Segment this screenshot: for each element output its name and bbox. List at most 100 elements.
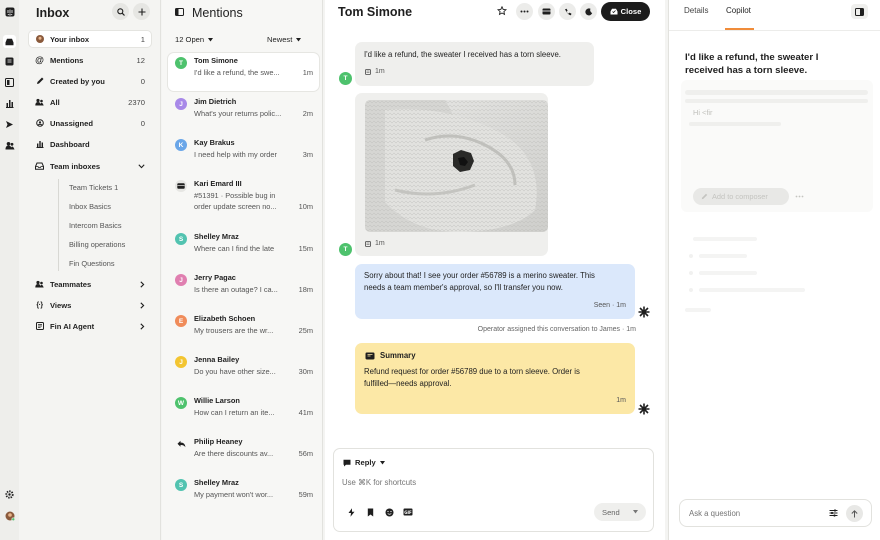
team-inbox-item[interactable]: Team Tickets 1 [69,183,118,192]
contacts-icon[interactable] [4,140,15,151]
item-time: 2m [302,109,313,118]
item-preview: Are there discounts av... [194,449,274,458]
sidebar-item-views[interactable]: {·} Views [29,297,151,313]
item-time: 25m [298,326,313,335]
summary-note-bubble: Summary Refund request for order #56789 … [355,343,635,414]
copilot-answer-card: Hi <fir Add to composer [681,80,873,212]
chevron-right-icon [140,280,145,288]
reply-arrow-icon [175,438,187,450]
summary-text: Refund request for order #56789 due to a… [364,367,580,388]
sidebar-item-created-by-you[interactable]: Created by you 0 [29,73,151,89]
list-item[interactable]: T Tom Simone I'd like a refund, the swe...… [168,53,319,91]
tab-copilot[interactable]: Copilot [726,6,751,15]
gif-icon[interactable]: GIF [403,508,413,516]
ticket-icon[interactable] [538,3,555,20]
phone-icon[interactable] [559,3,576,20]
list-item[interactable]: J Jenna Bailey Do you have other size... 30… [168,352,319,390]
close-conversation-button[interactable]: Close [601,2,650,21]
emoji-icon[interactable] [385,508,394,517]
customer-message-bubble: I'd like a refund, the sweater I receive… [355,42,594,86]
conversation-title: Tom Simone [338,5,413,19]
list-item[interactable]: W Willie Larson How can I return an ite...… [168,393,319,431]
seen-status: Seen · 1m [593,302,626,309]
list-item[interactable]: E Elizabeth Schoen My trousers are the wr.… [168,311,319,349]
avatar: E [175,315,187,327]
reports-icon[interactable] [4,98,15,109]
tab-details[interactable]: Details [684,6,708,15]
ask-question-input[interactable] [689,507,819,520]
torn-sweater-photo[interactable] [365,100,548,232]
sidebar-item-unassigned[interactable]: Unassigned 0 [29,115,151,131]
add-to-composer-button[interactable]: Add to composer [693,188,789,205]
team-inbox-item[interactable]: Billing operations [69,240,125,249]
reply-input[interactable] [342,475,642,489]
outbound-icon[interactable] [4,119,15,130]
list-item[interactable]: Kari Emard III #51391 · Possible bug in or… [168,176,319,226]
list-item[interactable]: Philip Heaney Are there discounts av... 56… [168,434,319,472]
sidebar-item-teammates[interactable]: Teammates [29,276,151,292]
filter-sliders-icon[interactable] [829,509,838,517]
inbox-icon[interactable] [3,35,16,48]
snooze-icon[interactable] [580,3,597,20]
customer-avatar: T [339,72,352,85]
status-filter-dropdown[interactable]: 12 Open [175,35,214,44]
inbox-tray-icon [35,162,44,171]
fin-bot-avatar-icon [638,306,650,318]
send-options-caret-icon[interactable] [633,510,638,514]
sidebar-item-your-inbox[interactable]: Your inbox 1 [29,31,151,47]
avatar-icon [35,35,44,44]
loading-skeleton-dot [689,254,693,258]
panel-layout-icon[interactable] [851,4,868,19]
list-item[interactable]: S Shelley Mraz Where can I find the late 15… [168,229,319,267]
item-name: Elizabeth Schoen [194,314,256,323]
at-sign-icon: @ [35,55,44,65]
item-name: Kay Brakus [194,138,235,147]
avatar: J [175,356,187,368]
avatar: W [175,397,187,409]
loading-skeleton-line [689,122,781,126]
toggle-sidebar-icon[interactable] [175,8,184,16]
sidebar-item-mentions[interactable]: @ Mentions 12 [29,52,151,68]
list-item[interactable]: S Shelley Mraz My payment won't wor... 59m [168,475,319,513]
lightning-icon[interactable] [348,508,355,517]
item-time: 18m [298,285,313,294]
bar-chart-icon [35,140,44,149]
list-item[interactable]: J Jim Dietrich What's your returns polic..… [168,94,319,132]
sidebar-item-fin-ai-agent[interactable]: Fin AI Agent [29,318,151,334]
reply-mode-dropdown[interactable]: Reply [343,458,385,467]
sidebar-item-dashboard[interactable]: Dashboard [29,136,151,152]
star-icon[interactable] [497,6,507,16]
team-inbox-tree-line [58,179,59,271]
send-button[interactable]: Send [594,503,646,521]
sidebar-item-team-inboxes[interactable]: Team inboxes [29,158,151,174]
more-options-icon[interactable] [795,195,804,198]
loading-skeleton-line [685,99,868,103]
team-inbox-item[interactable]: Intercom Basics [69,221,122,230]
submit-question-arrow-icon[interactable] [846,505,863,522]
settings-icon[interactable] [4,489,15,500]
team-inbox-item[interactable]: Inbox Basics [69,202,111,211]
knowledge-icon[interactable] [4,56,15,67]
list-item[interactable]: K Kay Brakus I need help with my order 3m [168,135,319,173]
list-title: Mentions [192,6,243,20]
customer-avatar: T [339,243,352,256]
more-options-icon[interactable] [516,3,533,20]
user-avatar-icon[interactable] [4,510,15,521]
app-logo-icon[interactable] [4,6,15,17]
new-conversation-plus-icon[interactable] [133,3,150,20]
search-icon[interactable] [112,3,129,20]
team-inbox-item[interactable]: Fin Questions [69,259,115,268]
chevron-down-icon [138,163,145,169]
sidebar-item-all[interactable]: All 2370 [29,94,151,110]
item-name: Willie Larson [194,396,240,405]
sort-dropdown[interactable]: Newest [267,35,302,44]
ticket-avatar-icon [175,180,187,192]
book-icon[interactable] [4,77,15,88]
item-preview: My payment won't wor... [194,490,274,499]
item-time: 41m [298,408,313,417]
bookmark-icon[interactable] [367,508,374,517]
read-receipt-icon [365,68,371,75]
list-item[interactable]: J Jerry Pagac Is there an outage? I ca... 1… [168,270,319,308]
fin-bot-avatar-icon [638,403,650,415]
summary-icon [365,352,375,360]
